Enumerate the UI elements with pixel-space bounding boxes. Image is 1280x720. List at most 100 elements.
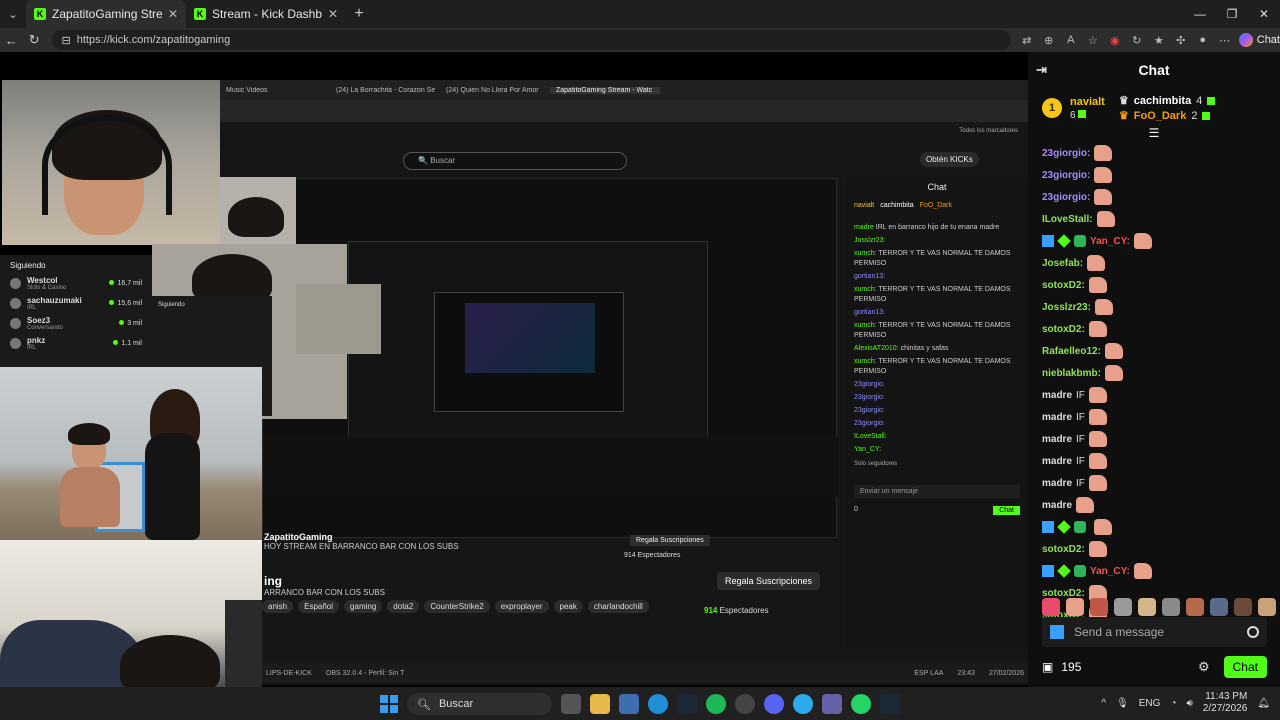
- live-dot-icon: [113, 340, 119, 345]
- file-explorer-icon[interactable]: [590, 694, 610, 714]
- chat-username[interactable]: Yan_CY:: [1090, 236, 1130, 247]
- top-gifters-rest: ♛ cachimbita 4 ♛ FoO_Dark 2: [1119, 94, 1216, 122]
- chat-username[interactable]: Josefab:: [1042, 258, 1083, 269]
- task-view-icon[interactable]: [561, 694, 581, 714]
- emote-icon[interactable]: [1138, 598, 1156, 616]
- site-info-icon[interactable]: ⊟: [62, 34, 71, 47]
- url-bar[interactable]: ⊟ https://kick.com/zapatitogaming: [51, 30, 1011, 50]
- reload-button[interactable]: ↻: [23, 32, 46, 48]
- extension-icon[interactable]: ◉: [1107, 34, 1123, 47]
- emote-icon[interactable]: [1234, 598, 1252, 616]
- maximize-button[interactable]: ❐: [1216, 0, 1248, 28]
- captured-pinned: navialt cachimbita FoO_Dark: [854, 202, 1020, 209]
- emote-icon[interactable]: [1210, 598, 1228, 616]
- tab-kick-dashboard[interactable]: K Stream - Kick Dashboard ✕: [186, 0, 346, 28]
- emote-icon[interactable]: [1090, 598, 1108, 616]
- following-name: Soez3: [27, 316, 51, 325]
- chat-username[interactable]: nieblakbmb:: [1042, 368, 1101, 379]
- top-gifter-name[interactable]: navialt: [1070, 96, 1105, 108]
- chat-username[interactable]: madre: [1042, 412, 1072, 423]
- emote-icon[interactable]: [1186, 598, 1204, 616]
- zoom-icon[interactable]: ⊕: [1041, 34, 1057, 47]
- telegram-icon[interactable]: [793, 694, 813, 714]
- copilot-chat-button[interactable]: Chat: [1238, 33, 1280, 47]
- chat-username[interactable]: madre: [1042, 456, 1072, 467]
- refresh-extension-icon[interactable]: ↻: [1129, 34, 1145, 47]
- profile-avatar-icon[interactable]: ●: [1195, 34, 1211, 46]
- extensions-puzzle-icon[interactable]: ✣: [1173, 34, 1189, 47]
- spotify-icon[interactable]: [706, 694, 726, 714]
- chat-username[interactable]: 23giorgio:: [1042, 148, 1090, 159]
- emote-icon[interactable]: [1258, 598, 1276, 616]
- captured-stream-info: ZapatitoGaming HOY STREAM EN BARRANCO BA…: [264, 532, 839, 566]
- tray-chevron-icon[interactable]: ^: [1101, 698, 1106, 709]
- emote-icon[interactable]: [1042, 598, 1060, 616]
- obs-icon[interactable]: [735, 694, 755, 714]
- back-button[interactable]: ←: [0, 33, 23, 48]
- chat-username[interactable]: Josslzr23:: [1042, 302, 1091, 313]
- chat-username[interactable]: Rafaelleo12:: [1042, 346, 1101, 357]
- windows-start-icon[interactable]: [380, 695, 398, 713]
- store-icon[interactable]: [619, 694, 639, 714]
- read-aloud-icon[interactable]: A: [1063, 34, 1079, 46]
- close-window-button[interactable]: ✕: [1248, 0, 1280, 28]
- expand-pinned-icon[interactable]: ☰: [1028, 126, 1280, 140]
- favorites-icon[interactable]: ★: [1151, 34, 1167, 47]
- emote-icon[interactable]: [1114, 598, 1132, 616]
- kick-emotes-icon[interactable]: [1050, 625, 1064, 639]
- steam-icon[interactable]: [677, 694, 697, 714]
- tab-zapatito-stream[interactable]: K ZapatitoGaming Stream - Watch L ✕: [26, 0, 186, 28]
- translate-icon[interactable]: ⇄: [1019, 34, 1035, 47]
- steam-2-icon[interactable]: [880, 694, 900, 714]
- clock-time: 11:43 PM: [1205, 691, 1248, 702]
- discord-icon[interactable]: [764, 694, 784, 714]
- notification-bell-icon[interactable]: 🔔︎: [1257, 698, 1270, 709]
- chat-username[interactable]: sotoxD2:: [1042, 280, 1085, 291]
- taskbar-search[interactable]: 🔍︎ Buscar: [407, 693, 552, 715]
- following-count: 3 mil: [127, 320, 142, 327]
- top-gifter-name[interactable]: cachimbita: [1134, 95, 1191, 107]
- captured-lang: ESP LAA: [914, 669, 944, 677]
- chat-username[interactable]: madre: [1042, 390, 1072, 401]
- more-menu-icon[interactable]: ⋯: [1217, 34, 1233, 47]
- chat-username[interactable]: 23giorgio:: [1042, 192, 1090, 203]
- captured-clips: LIPS-DE-KICK: [266, 669, 312, 677]
- send-chat-button[interactable]: Chat: [1223, 656, 1267, 678]
- chat-username[interactable]: madre: [1042, 434, 1072, 445]
- chat-username[interactable]: 23giorgio:: [1042, 170, 1090, 181]
- chat-username[interactable]: sotoxD2:: [1042, 324, 1085, 335]
- edge-icon[interactable]: [648, 694, 668, 714]
- teams-icon[interactable]: [822, 694, 842, 714]
- emote-icon[interactable]: [1066, 598, 1084, 616]
- collapse-chat-icon[interactable]: ⇥: [1036, 62, 1047, 78]
- top-gifter-name[interactable]: FoO_Dark: [1134, 110, 1187, 122]
- new-tab-button[interactable]: +: [346, 5, 372, 23]
- captured-tag: dota2: [387, 600, 420, 613]
- stream-video-player[interactable]: Music Videos (24) La Borrachita - Corazo…: [0, 52, 1028, 687]
- tab-list-menu-button[interactable]: ⌄: [0, 0, 26, 28]
- chat-username[interactable]: madre: [1042, 500, 1072, 511]
- captured-regala-small: Regala Suscripciones: [630, 535, 710, 546]
- language-indicator[interactable]: ENG: [1139, 698, 1161, 709]
- emoji-picker-icon[interactable]: [1247, 626, 1259, 638]
- chat-username[interactable]: ILoveStall:: [1042, 214, 1093, 225]
- favorite-star-icon[interactable]: ☆: [1085, 34, 1101, 47]
- chat-username[interactable]: sotoxD2:: [1042, 544, 1085, 555]
- chair-shape: [225, 600, 262, 687]
- microphone-icon[interactable]: 🎙︎: [1116, 698, 1129, 709]
- system-clock[interactable]: 11:43 PM 2/27/2026: [1203, 691, 1248, 715]
- tab-close-icon[interactable]: ✕: [328, 7, 338, 21]
- emote-icon[interactable]: [1162, 598, 1180, 616]
- wifi-icon[interactable]: ◔: [1170, 698, 1176, 709]
- chat-username[interactable]: Yan_CY:: [1090, 566, 1130, 577]
- channel-points[interactable]: ▣ 195: [1042, 660, 1198, 674]
- chat-username[interactable]: madre: [1042, 478, 1072, 489]
- chat-settings-icon[interactable]: ⚙: [1198, 659, 1210, 675]
- minimize-button[interactable]: —: [1184, 0, 1216, 28]
- tab-close-icon[interactable]: ✕: [168, 7, 178, 21]
- chat-message: Yan_CY:: [1042, 560, 1266, 582]
- captured-followers-only: Solo seguidores: [854, 461, 898, 467]
- send-message-input[interactable]: Send a message: [1042, 617, 1267, 647]
- whatsapp-icon[interactable]: [851, 694, 871, 714]
- volume-icon[interactable]: 🔊︎: [1186, 698, 1192, 709]
